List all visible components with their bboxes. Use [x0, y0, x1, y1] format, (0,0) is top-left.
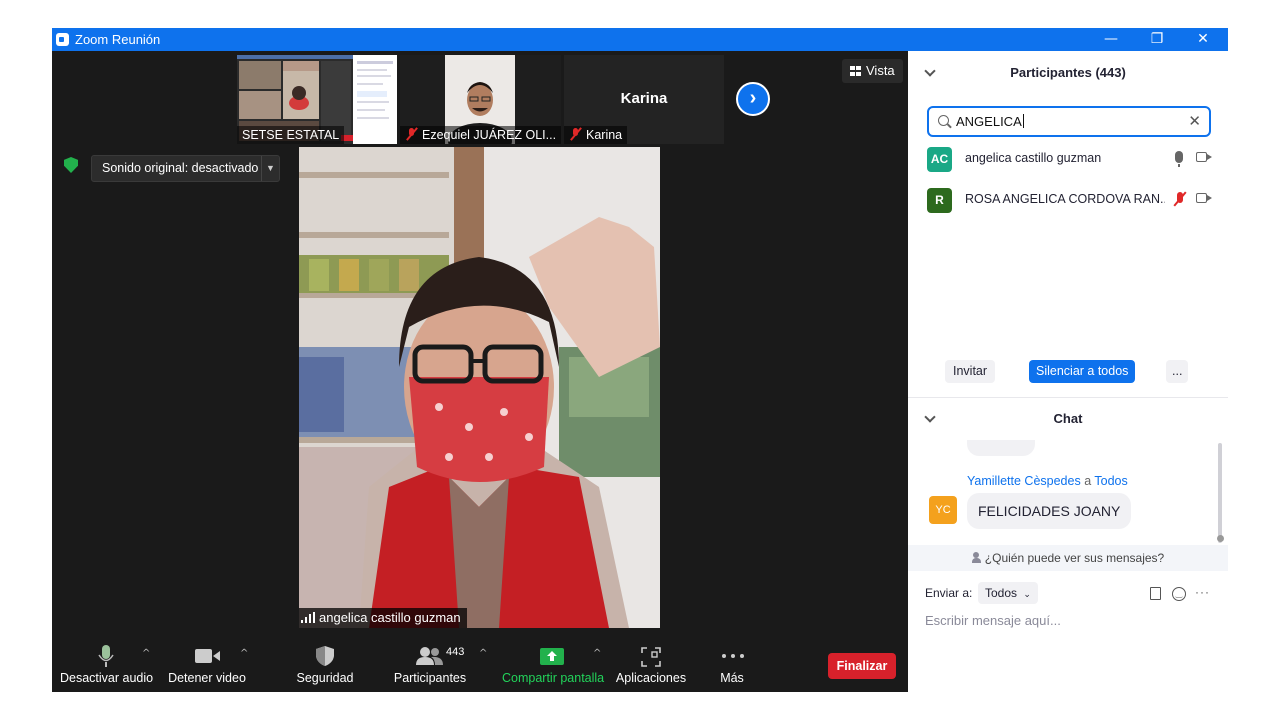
video-camera-icon[interactable] [1196, 152, 1207, 162]
video-camera-icon[interactable] [1196, 193, 1207, 203]
next-page-button[interactable]: › [736, 82, 770, 116]
shield-icon [316, 646, 334, 666]
muted-mic-icon [405, 127, 418, 141]
invite-button[interactable]: Invitar [945, 360, 996, 383]
zoom-window: Zoom Reunión — ❐ ✕ SETSE ESTATAL Ezequie… [52, 28, 1228, 692]
chat-panel-header: Chat [908, 399, 1228, 439]
participants-panel-header: Participantes (443) [908, 53, 1228, 93]
grid-view-icon [850, 66, 861, 76]
message-sender: Yamillette Cèspedes a Todos [967, 474, 1128, 488]
close-window-button[interactable]: ✕ [1180, 28, 1226, 51]
participant-row[interactable]: AC angelica castillo guzman [908, 139, 1228, 179]
minimize-button[interactable]: — [1088, 28, 1134, 51]
chevron-right-icon: › [749, 87, 757, 109]
mute-all-button[interactable]: Silenciar a todos [1029, 360, 1136, 383]
avatar: AC [927, 147, 952, 172]
speaker-name-label: angelica castillo guzman [299, 608, 467, 628]
avatar: R [927, 188, 952, 213]
meeting-toolbar: Desactivar audio ^ Detener video ^ Segur… [52, 628, 908, 692]
participant-search-input[interactable]: ANGELICA ✕ [927, 106, 1211, 137]
participants-button[interactable]: 443 Participantes [392, 628, 468, 692]
person-icon [971, 552, 981, 563]
chat-scrollbar-thumb[interactable] [1217, 535, 1224, 542]
microphone-icon [98, 645, 114, 667]
mute-button[interactable]: Desactivar audio [60, 628, 153, 692]
more-button[interactable]: Más [708, 628, 756, 692]
participant-name: angelica castillo guzman [965, 151, 1102, 165]
chevron-down-icon[interactable] [924, 411, 936, 423]
file-icon[interactable] [1150, 587, 1161, 600]
search-icon [938, 115, 949, 126]
original-sound-toggle[interactable]: Sonido original: desactivado ▼ [91, 155, 280, 182]
share-screen-button[interactable]: Compartir pantalla [502, 628, 604, 692]
share-screen-icon [540, 648, 564, 665]
participants-icon [416, 647, 443, 665]
stop-video-button[interactable]: Detener video [166, 628, 248, 692]
thumbnail-setse-estatal[interactable]: SETSE ESTATAL [237, 55, 397, 144]
participants-count: 443 [446, 646, 465, 658]
participants-options-chevron-icon[interactable]: ^ [479, 648, 487, 659]
video-area: SETSE ESTATAL Ezequiel JUÁREZ OLI... Kar… [52, 51, 908, 628]
chevron-down-icon: ⌄ [1023, 589, 1031, 599]
chat-scrollbar[interactable] [1218, 443, 1222, 543]
window-title: Zoom Reunión [75, 32, 161, 47]
avatar: YC [929, 496, 957, 524]
thumbnail-label: Karina [564, 126, 628, 144]
video-camera-icon [195, 649, 220, 663]
speaker-video-frame [299, 147, 660, 628]
thumbnail-ezequiel[interactable]: Ezequiel JUÁREZ OLI... [400, 55, 561, 144]
active-speaker-video: angelica castillo guzman [299, 147, 660, 628]
zoom-app-icon [56, 33, 69, 46]
participants-more-button[interactable]: ... [1166, 360, 1189, 383]
encryption-shield-icon[interactable] [64, 157, 78, 173]
restore-button[interactable]: ❐ [1134, 28, 1180, 51]
side-panel: Participantes (443) ANGELICA ✕ AC angeli… [908, 51, 1228, 692]
muted-mic-icon [569, 127, 582, 141]
security-button[interactable]: Seguridad [294, 628, 356, 692]
microphone-icon[interactable] [1175, 151, 1183, 167]
thumbnail-label: SETSE ESTATAL [237, 126, 345, 144]
title-bar: Zoom Reunión — ❐ ✕ [52, 28, 1228, 51]
apps-icon [641, 647, 661, 667]
video-options-chevron-icon[interactable]: ^ [240, 648, 248, 659]
send-to-select[interactable]: Todos ⌄ [978, 582, 1038, 604]
view-button[interactable]: Vista [842, 59, 903, 83]
participant-name-center: Karina [620, 90, 668, 107]
emoji-icon[interactable]: ‿ [1172, 587, 1186, 601]
panel-divider [908, 397, 1228, 398]
more-options-icon[interactable]: ··· [1195, 585, 1210, 599]
who-can-see-link[interactable]: ¿Quién puede ver sus mensajes? [908, 545, 1228, 571]
share-options-chevron-icon[interactable]: ^ [593, 648, 601, 659]
connection-bars-icon [301, 612, 315, 623]
muted-mic-icon[interactable] [1173, 190, 1187, 208]
chevron-down-icon[interactable] [924, 65, 936, 77]
send-to-label: Enviar a: [925, 586, 973, 600]
audio-options-chevron-icon[interactable]: ^ [142, 648, 150, 659]
end-meeting-button[interactable]: Finalizar [828, 653, 896, 679]
clear-search-icon[interactable]: ✕ [1188, 112, 1201, 130]
chat-message: FELICIDADES JOANY [967, 493, 1132, 529]
chevron-down-icon[interactable]: ▼ [261, 156, 279, 181]
participant-name: ROSA ANGELICA CORDOVA RAN... [965, 192, 1165, 206]
thumbnail-karina[interactable]: Karina Karina [564, 55, 724, 144]
more-dots-icon [722, 654, 744, 658]
chat-message-input[interactable]: Escribir mensaje aquí... [925, 613, 1215, 633]
apps-button[interactable]: Aplicaciones [612, 628, 690, 692]
thumbnail-label: Ezequiel JUÁREZ OLI... [400, 126, 561, 144]
participant-row[interactable]: R ROSA ANGELICA CORDOVA RAN... [908, 180, 1228, 220]
previous-message-bubble [967, 440, 1035, 456]
